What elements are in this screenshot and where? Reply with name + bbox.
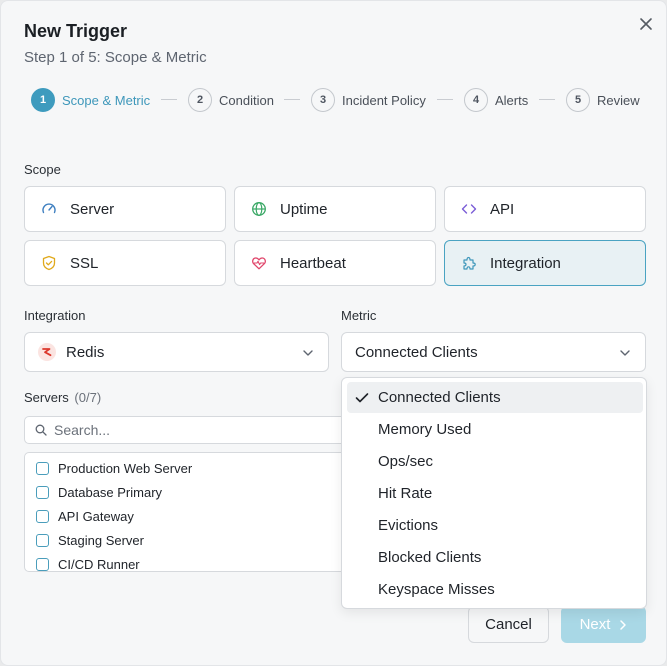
next-button[interactable]: Next xyxy=(561,606,646,643)
scope-card-integration[interactable]: Integration xyxy=(444,240,646,286)
step-alerts[interactable]: 4 Alerts xyxy=(464,88,528,112)
scope-card-label: Server xyxy=(70,200,115,218)
metric-option-label: Blocked Clients xyxy=(378,549,482,566)
step-number: 1 xyxy=(31,88,55,112)
chevron-down-icon xyxy=(302,346,314,358)
metric-option[interactable]: Blocked Clients xyxy=(347,542,643,573)
step-number: 5 xyxy=(566,88,590,112)
chevron-right-icon xyxy=(619,619,627,631)
step-separator xyxy=(539,99,555,100)
step-label: Scope & Metric xyxy=(62,92,151,108)
search-icon xyxy=(35,424,47,436)
metric-option-label: Keyspace Misses xyxy=(378,581,495,598)
metric-option-label: Hit Rate xyxy=(378,485,433,502)
metric-option[interactable]: Memory Used xyxy=(347,414,643,445)
puzzle-icon xyxy=(461,255,477,271)
code-icon xyxy=(461,201,477,217)
cancel-button[interactable]: Cancel xyxy=(468,606,549,643)
metric-option[interactable]: Evictions xyxy=(347,510,643,541)
server-search[interactable] xyxy=(24,416,354,444)
servers-count: (0/7) xyxy=(74,390,102,405)
step-review[interactable]: 5 Review xyxy=(566,88,640,112)
servers-title: Servers xyxy=(24,390,69,405)
scope-card-label: Heartbeat xyxy=(280,254,346,272)
step-separator xyxy=(284,99,300,100)
heart-pulse-icon xyxy=(251,255,267,271)
metric-label: Metric xyxy=(341,308,377,323)
scope-card-uptime[interactable]: Uptime xyxy=(234,186,436,232)
scope-card-label: SSL xyxy=(70,254,99,272)
step-number: 3 xyxy=(311,88,335,112)
close-icon[interactable] xyxy=(637,15,655,33)
server-name: API Gateway xyxy=(58,508,134,524)
server-checkbox[interactable] xyxy=(36,509,49,523)
server-item[interactable]: Staging Server xyxy=(36,532,144,548)
dialog-subtitle: Step 1 of 5: Scope & Metric xyxy=(24,49,207,66)
step-label: Alerts xyxy=(495,92,529,108)
server-name: Database Primary xyxy=(58,484,163,500)
chevron-down-icon xyxy=(619,346,631,358)
step-scope-metric[interactable]: 1 Scope & Metric xyxy=(31,88,150,112)
scope-card-label: API xyxy=(490,200,515,218)
server-checkbox[interactable] xyxy=(36,557,49,571)
metric-option[interactable]: Connected Clients xyxy=(347,382,643,413)
shield-icon xyxy=(41,255,57,271)
integration-label: Integration xyxy=(24,308,86,323)
server-name: Production Web Server xyxy=(58,460,193,476)
metric-option[interactable]: Hit Rate xyxy=(347,478,643,509)
metric-option-label: Ops/sec xyxy=(378,453,434,470)
globe-icon xyxy=(251,201,267,217)
check-icon xyxy=(355,391,369,403)
scope-card-ssl[interactable]: SSL xyxy=(24,240,226,286)
step-separator xyxy=(437,99,453,100)
metric-option-label: Connected Clients xyxy=(378,389,501,406)
scope-card-heartbeat[interactable]: Heartbeat xyxy=(234,240,436,286)
server-checkbox[interactable] xyxy=(36,485,49,499)
redis-logo-icon xyxy=(38,343,56,361)
scope-card-label: Integration xyxy=(490,254,561,272)
step-label: Incident Policy xyxy=(342,92,426,108)
server-item[interactable]: API Gateway xyxy=(36,508,134,524)
server-checkbox[interactable] xyxy=(36,461,49,475)
scope-card-api[interactable]: API xyxy=(444,186,646,232)
servers-label: Servers (0/7) xyxy=(24,390,101,405)
metric-option[interactable]: Ops/sec xyxy=(347,446,643,477)
metric-value: Connected Clients xyxy=(355,343,478,361)
scope-card-server[interactable]: Server xyxy=(24,186,226,232)
scope-card-label: Uptime xyxy=(280,200,328,218)
server-name: CI/CD Runner xyxy=(58,556,140,572)
step-number: 4 xyxy=(464,88,488,112)
server-name: Staging Server xyxy=(58,532,144,548)
gauge-icon xyxy=(41,201,57,217)
server-item[interactable]: Production Web Server xyxy=(36,460,192,476)
metric-option[interactable]: Keyspace Misses xyxy=(347,574,643,605)
metric-option-label: Memory Used xyxy=(378,421,472,438)
integration-select[interactable]: Redis xyxy=(24,332,329,372)
scope-label: Scope xyxy=(24,162,61,177)
server-item[interactable]: Database Primary xyxy=(36,484,162,500)
integration-value: Redis xyxy=(66,343,105,361)
server-search-input[interactable] xyxy=(54,422,324,438)
step-condition[interactable]: 2 Condition xyxy=(188,88,274,112)
server-checkbox[interactable] xyxy=(36,533,49,547)
server-list: Production Web Server Database Primary A… xyxy=(24,452,354,572)
stepper: 1 Scope & Metric 2 Condition 3 Incident … xyxy=(31,88,651,112)
step-label: Condition xyxy=(219,92,274,108)
server-item[interactable]: CI/CD Runner xyxy=(36,556,140,572)
step-separator xyxy=(161,99,177,100)
step-incident-policy[interactable]: 3 Incident Policy xyxy=(311,88,426,112)
new-trigger-dialog: New Trigger Step 1 of 5: Scope & Metric … xyxy=(0,0,667,666)
next-button-label: Next xyxy=(579,616,611,633)
metric-option-label: Evictions xyxy=(378,517,439,534)
dialog-title: New Trigger xyxy=(24,21,128,41)
step-number: 2 xyxy=(188,88,212,112)
metric-select[interactable]: Connected Clients xyxy=(341,332,646,372)
metric-dropdown: Connected Clients Memory Used Ops/sec Hi… xyxy=(341,377,647,609)
step-label: Review xyxy=(597,92,640,108)
